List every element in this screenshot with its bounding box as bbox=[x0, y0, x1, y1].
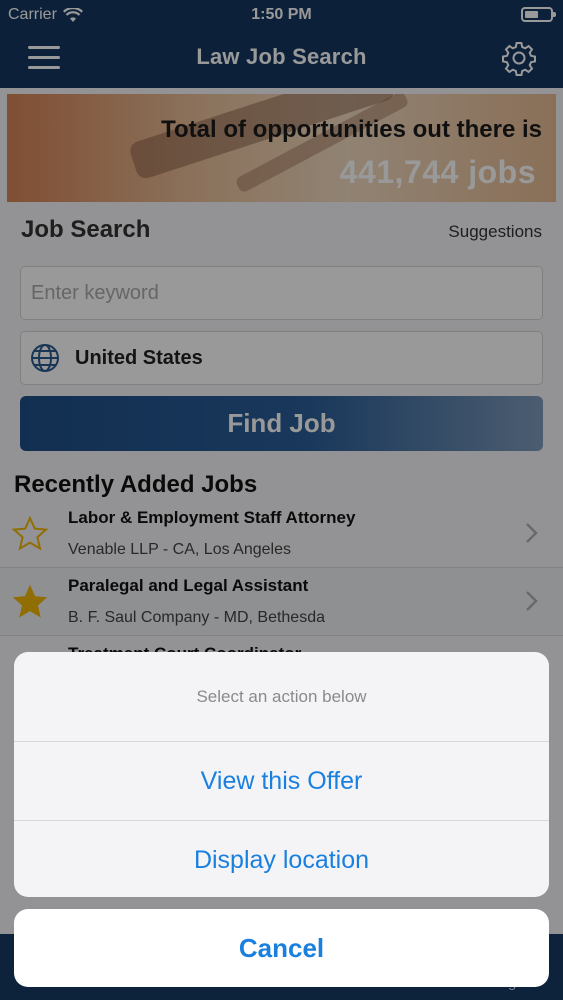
action-sheet-message: Select an action below bbox=[14, 652, 549, 742]
action-sheet: Select an action below View this Offer D… bbox=[14, 652, 549, 897]
display-location-button[interactable]: Display location bbox=[14, 820, 549, 897]
view-offer-button[interactable]: View this Offer bbox=[14, 742, 549, 820]
cancel-button[interactable]: Cancel bbox=[14, 909, 549, 987]
